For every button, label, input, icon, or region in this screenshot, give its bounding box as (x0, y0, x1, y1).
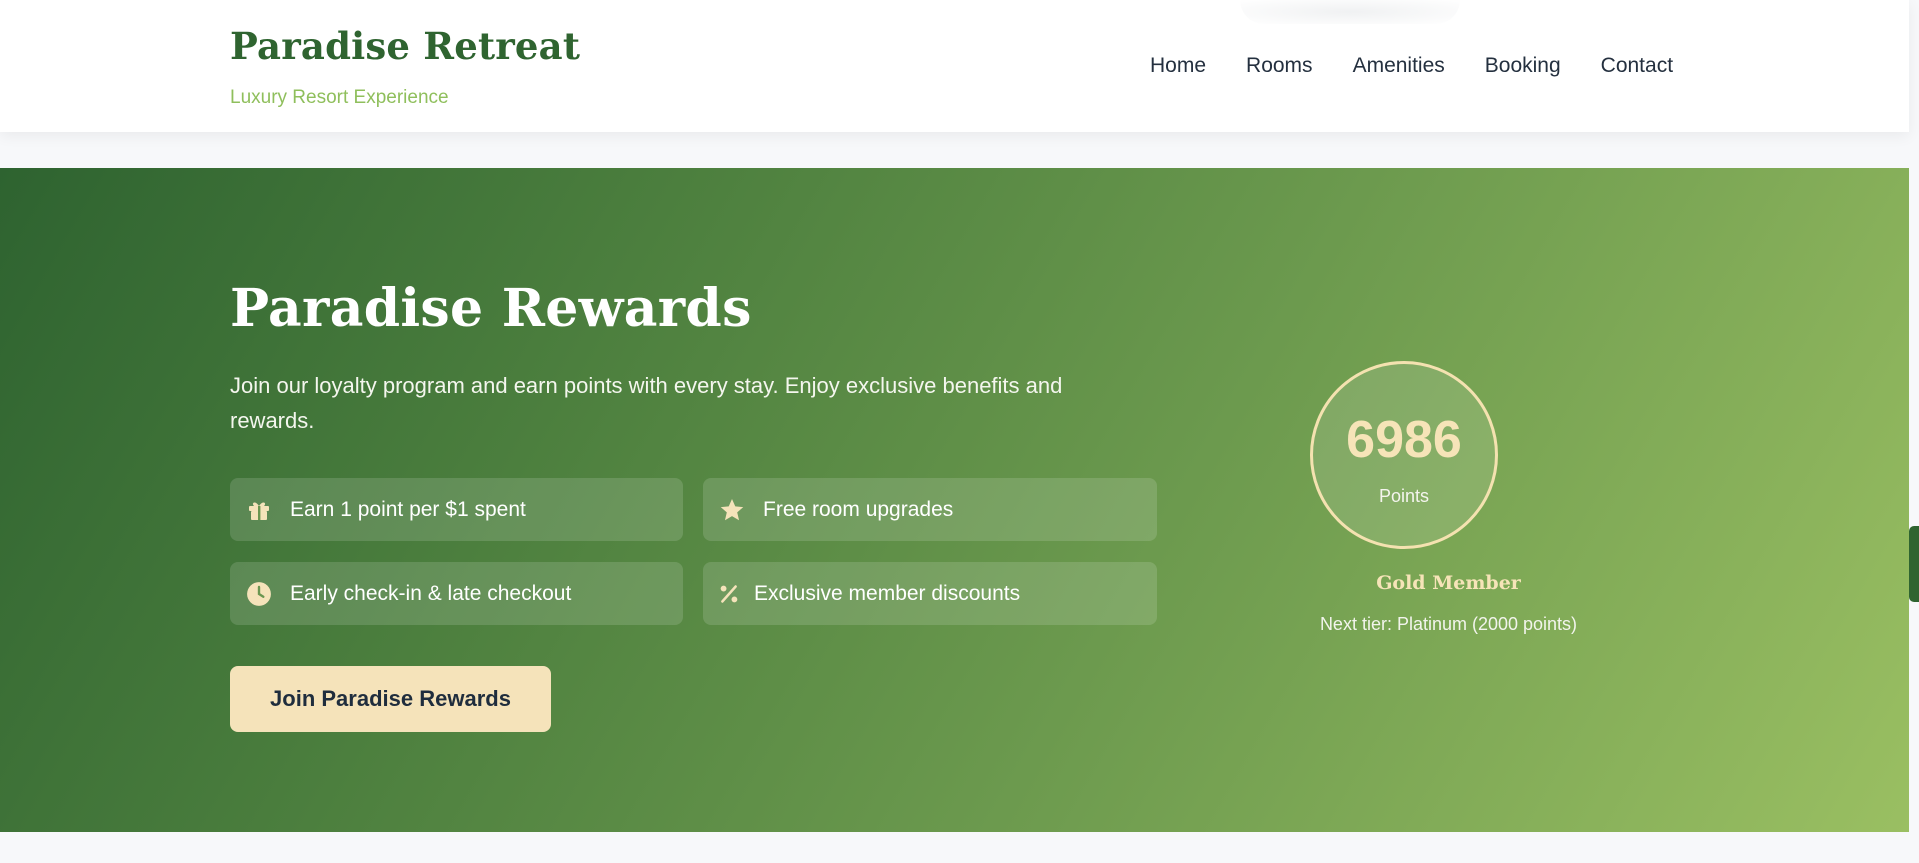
benefit-label: Earn 1 point per $1 spent (290, 497, 526, 521)
scrollbar-thumb[interactable] (1909, 526, 1919, 602)
rewards-section: Paradise Rewards Join our loyalty progra… (0, 168, 1909, 832)
points-badge: 6986 Points (1310, 361, 1498, 549)
percent-icon (719, 581, 739, 607)
benefit-item: Earn 1 point per $1 spent (230, 478, 683, 541)
rewards-description: Join our loyalty program and earn points… (230, 373, 1063, 433)
points-value: 6986 (1346, 411, 1462, 469)
header-decoration (1240, 0, 1460, 24)
nav-link-contact[interactable]: Contact (1601, 54, 1673, 78)
brand-subtitle: Luxury Resort Experience (230, 87, 449, 108)
next-section-edge (0, 832, 1909, 863)
benefit-label: Early check-in & late checkout (290, 581, 572, 605)
points-label: Points (1378, 486, 1430, 506)
member-tier: Gold Member (1376, 572, 1521, 594)
benefit-item: Free room upgrades (703, 478, 1157, 541)
clock-icon (246, 581, 272, 607)
benefit-label: Exclusive member discounts (754, 581, 1021, 605)
benefit-item: Early check-in & late checkout (230, 562, 683, 625)
nav-link-home[interactable]: Home (1150, 54, 1206, 78)
benefit-item: Exclusive member discounts (703, 562, 1157, 625)
nav-link-rooms[interactable]: Rooms (1246, 54, 1313, 78)
brand-title[interactable]: Paradise Retreat (230, 24, 580, 68)
rewards-title: Paradise Rewards (230, 278, 752, 339)
nav-link-booking[interactable]: Booking (1485, 54, 1561, 78)
star-icon (719, 497, 745, 523)
site-header: Paradise Retreat Luxury Resort Experienc… (0, 0, 1909, 132)
next-tier-info: Next tier: Platinum (2000 points) (1319, 614, 1578, 634)
join-rewards-button[interactable]: Join Paradise Rewards (230, 666, 551, 732)
gift-icon (246, 497, 272, 523)
main-nav: Home Rooms Amenities Booking Contact (1150, 54, 1673, 78)
benefit-label: Free room upgrades (763, 497, 954, 521)
nav-link-amenities[interactable]: Amenities (1353, 54, 1445, 78)
